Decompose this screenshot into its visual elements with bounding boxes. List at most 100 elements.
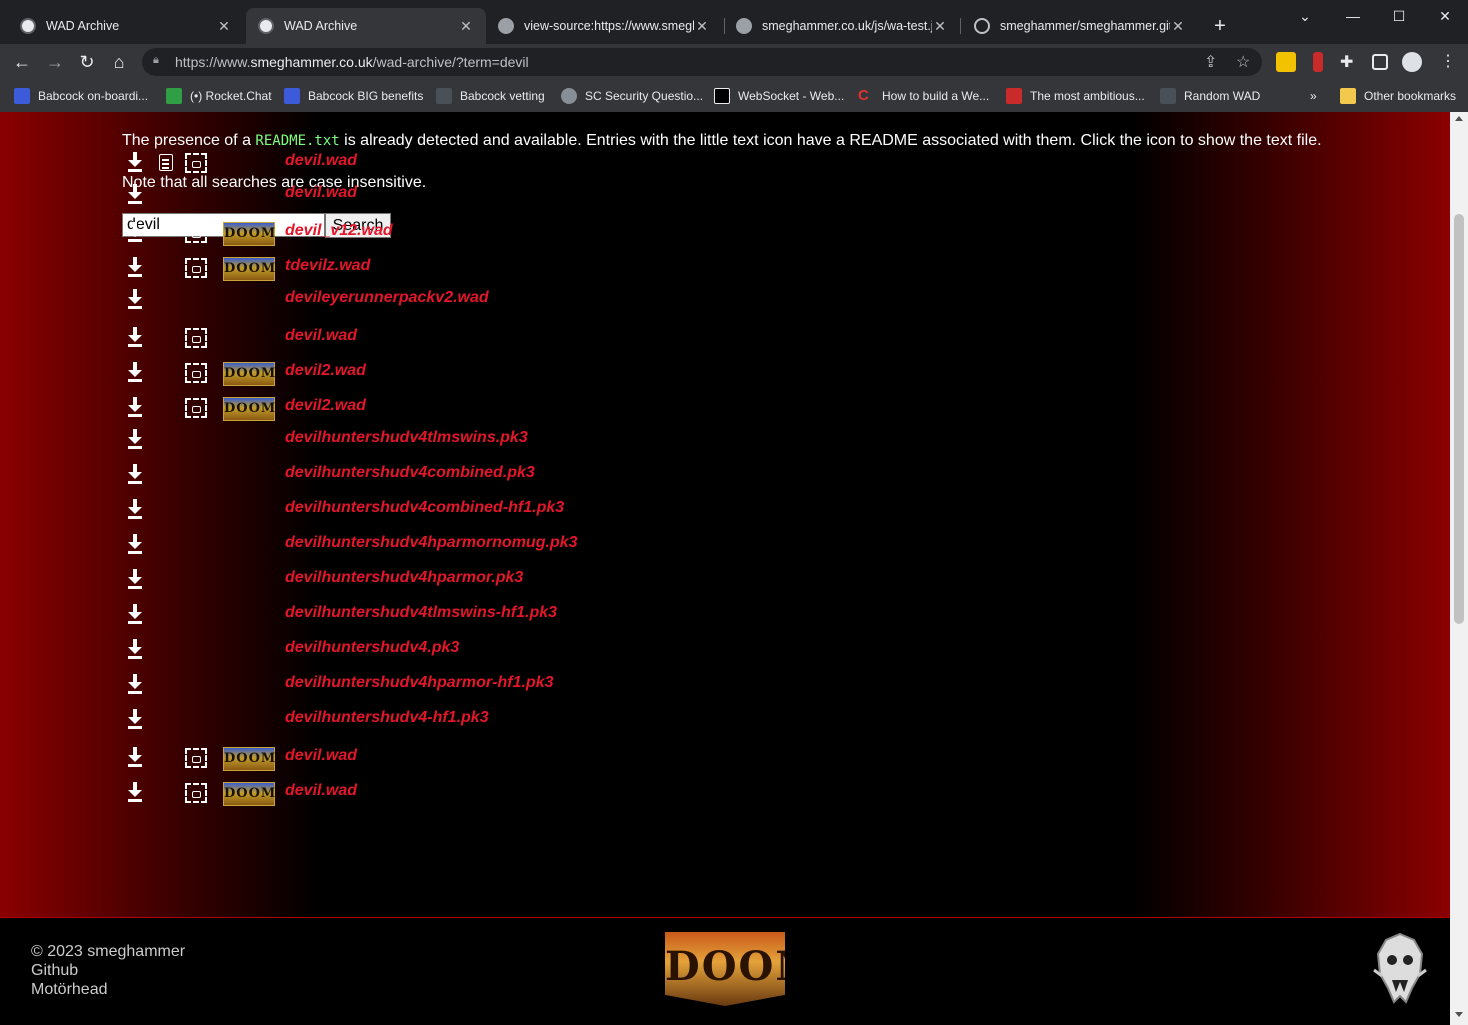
wad-filename-link[interactable]: devil.wad [285,747,357,765]
side-panel-icon[interactable] [1372,54,1388,70]
screenshot-icon[interactable] [185,223,207,243]
screenshot-icon[interactable] [185,153,207,173]
tab-wad-archive-2[interactable]: WAD Archive ✕ [246,8,486,44]
close-tab-icon[interactable]: ✕ [458,18,474,35]
babcock-icon [14,88,30,104]
download-icon[interactable] [126,429,144,451]
forward-arrow-icon[interactable]: → [43,50,67,74]
wad-filename-link[interactable]: devilhuntershudv4.pk3 [285,639,459,657]
download-icon[interactable] [126,569,144,591]
download-icon[interactable] [126,257,144,279]
result-row: devilhuntershudv4tlmswins-hf1.pk3 [122,604,822,636]
screenshot-icon[interactable] [185,328,207,348]
motorhead-link[interactable]: Motörhead [31,981,108,999]
download-icon[interactable] [126,674,144,696]
wad-filename-link[interactable]: devil.wad [285,327,357,345]
download-icon[interactable] [126,397,144,419]
wad-filename-link[interactable]: devilhuntershudv4hparmor.pk3 [285,569,523,587]
download-icon[interactable] [126,499,144,521]
wad-filename-link[interactable]: devileyerunnerpackv2.wad [285,289,489,307]
screenshot-icon[interactable] [185,398,207,418]
download-icon[interactable] [126,639,144,661]
readme-text-icon[interactable] [159,154,173,171]
bookmark-item[interactable]: Babcock vetting [436,86,545,106]
wad-filename-link[interactable]: devil.wad [285,782,357,800]
result-row: devilhuntershudv4tlmswins.pk3 [122,429,822,461]
wad-filename-link[interactable]: devil.wad [285,184,357,202]
wad-filename-link[interactable]: devil2.wad [285,362,366,380]
new-tab-button[interactable]: + [1208,14,1232,38]
github-link[interactable]: Github [31,962,78,980]
download-icon[interactable] [126,709,144,731]
wad-archive-favicon-icon [258,18,274,34]
download-icon[interactable] [126,184,144,206]
wad-filename-link[interactable]: devilhuntershudv4combined.pk3 [285,464,535,482]
wad-filename-link[interactable]: devilhuntershudv4tlmswins.pk3 [285,429,528,447]
bookmark-item[interactable]: WebSocket - Web... [714,86,844,106]
download-icon[interactable] [126,362,144,384]
address-bar[interactable]: 🔒︎ https://www.smeghammer.co.uk/wad-arch… [142,48,1262,76]
extension-icon[interactable] [1313,52,1323,72]
scroll-up-arrow-icon[interactable] [1455,116,1463,121]
bookmark-item[interactable]: (•) Rocket.Chat [166,86,272,106]
menu-kebab-icon[interactable]: ⋮ [1440,51,1456,71]
scrollbar-thumb[interactable] [1454,214,1464,624]
wad-filename-link[interactable]: devil_v12.wad [285,222,393,240]
download-icon[interactable] [126,289,144,311]
maximize-button[interactable]: ☐ [1376,4,1422,28]
result-row: devilhuntershudv4hparmornomug.pk3 [122,534,822,566]
download-icon[interactable] [126,604,144,626]
tab-view-source[interactable]: view-source:https://www.smegha ✕ [486,8,722,44]
download-icon[interactable] [126,747,144,769]
wad-filename-link[interactable]: devilhuntershudv4combined-hf1.pk3 [285,499,564,517]
back-arrow-icon[interactable]: ← [10,50,34,74]
wad-filename-link[interactable]: devil2.wad [285,397,366,415]
other-bookmarks[interactable]: Other bookmarks [1340,86,1456,106]
screenshot-icon[interactable] [185,258,207,278]
wad-filename-link[interactable]: devilhuntershudv4hparmor-hf1.pk3 [285,674,554,692]
profile-avatar[interactable] [1402,52,1422,72]
extensions-puzzle-icon[interactable]: ✚ [1340,52,1353,72]
tab-wad-archive-1[interactable]: WAD Archive ✕ [8,8,244,44]
bookmark-item[interactable]: The most ambitious... [1006,86,1145,106]
vertical-scrollbar[interactable] [1450,112,1468,1025]
wad-archive-favicon-icon [20,18,36,34]
extension-icon[interactable] [1276,52,1296,72]
close-tab-icon[interactable]: ✕ [694,18,710,35]
bookmark-item[interactable]: Random WAD [1160,86,1260,106]
close-tab-icon[interactable]: ✕ [932,18,948,35]
close-tab-icon[interactable]: ✕ [216,18,232,35]
download-icon[interactable] [126,782,144,804]
wad-filename-link[interactable]: devilhuntershudv4-hf1.pk3 [285,709,489,727]
tab-github[interactable]: smeghammer/smeghammer.gith ✕ [962,8,1198,44]
bookmark-item[interactable]: C How to build a We... [858,86,989,106]
reload-icon[interactable]: ↻ [75,50,99,74]
more-bookmarks-chevron-icon[interactable]: » [1310,86,1317,106]
tab-wa-test-js[interactable]: smeghammer.co.uk/js/wa-test.js ✕ [724,8,960,44]
screenshot-icon[interactable] [185,363,207,383]
bookmark-item[interactable]: Babcock BIG benefits [284,86,423,106]
download-icon[interactable] [126,464,144,486]
screenshot-icon[interactable] [185,783,207,803]
wad-filename-link[interactable]: devilhuntershudv4tlmswins-hf1.pk3 [285,604,557,622]
download-icon[interactable] [126,327,144,349]
scroll-down-arrow-icon[interactable] [1455,1012,1463,1017]
tab-title: smeghammer.co.uk/js/wa-test.js [762,19,932,33]
download-icon[interactable] [126,534,144,556]
bookmark-star-icon[interactable]: ☆ [1236,52,1250,72]
wad-filename-link[interactable]: tdevilz.wad [285,257,370,275]
close-tab-icon[interactable]: ✕ [1170,18,1186,35]
download-icon[interactable] [126,222,144,244]
close-window-button[interactable]: ✕ [1422,4,1468,28]
tab-search-chevron-down-icon[interactable]: ⌄ [1282,4,1328,28]
bookmark-item[interactable]: SC Security Questio... [561,86,703,106]
home-icon[interactable]: ⌂ [107,50,131,74]
share-icon[interactable]: ⇪ [1204,52,1217,72]
wad-filename-link[interactable]: devil.wad [285,152,357,170]
wad-filename-link[interactable]: devilhuntershudv4hparmornomug.pk3 [285,534,577,552]
bookmark-item[interactable]: Babcock on-boardi... [14,86,148,106]
download-icon[interactable] [126,152,144,174]
screenshot-icon[interactable] [185,748,207,768]
minimize-button[interactable]: — [1330,4,1376,28]
result-row: DOOM devil_v12.wad [122,222,822,254]
